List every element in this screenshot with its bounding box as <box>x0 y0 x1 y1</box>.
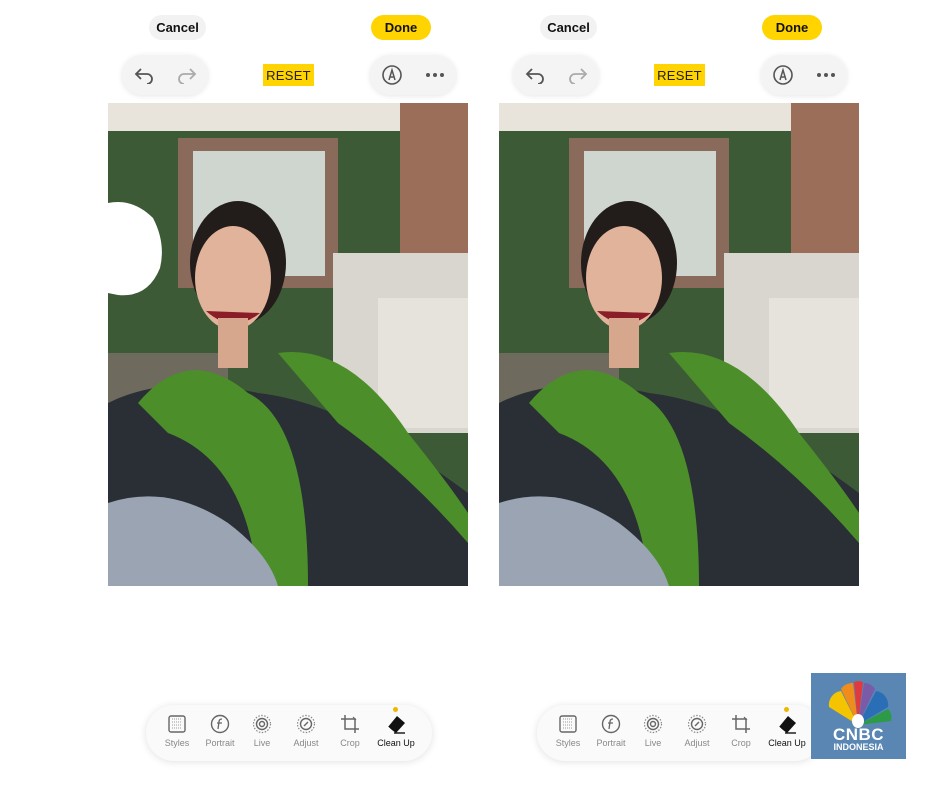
photo-preview[interactable] <box>108 103 468 586</box>
portrait-f-icon <box>600 713 622 735</box>
more-icon[interactable] <box>421 61 449 89</box>
adjust-dial-icon <box>295 713 317 735</box>
undo-icon[interactable] <box>521 61 549 89</box>
tool-styles[interactable]: Styles <box>546 713 590 748</box>
live-icon <box>251 713 273 735</box>
tool-label: Styles <box>555 738 581 748</box>
active-indicator <box>784 707 789 712</box>
tool-label: Portrait <box>205 738 235 748</box>
tool-portrait[interactable]: Portrait <box>589 713 633 748</box>
tool-label: Clean Up <box>377 738 415 748</box>
undo-redo-group <box>513 55 599 95</box>
markup-pen-icon[interactable] <box>378 61 406 89</box>
tool-label: Live <box>644 738 662 748</box>
tool-styles[interactable]: Styles <box>155 713 199 748</box>
logo-line2: INDONESIA <box>833 742 884 752</box>
editor-panel-after: Cancel Done RESET Styles Portrait Live A… <box>499 0 859 788</box>
edit-tools-bar: Styles Portrait Live Adjust Crop Clean U… <box>146 705 432 761</box>
reset-button[interactable]: RESET <box>654 64 705 86</box>
tool-portrait[interactable]: Portrait <box>198 713 242 748</box>
undo-redo-group <box>122 55 208 95</box>
edit-tools-bar: Styles Portrait Live Adjust Crop Clean U… <box>537 705 823 761</box>
portrait-photo <box>108 103 468 586</box>
crop-icon <box>339 713 361 735</box>
tool-live[interactable]: Live <box>631 713 675 748</box>
markup-more-group <box>370 55 456 95</box>
tool-crop[interactable]: Crop <box>328 713 372 748</box>
adjust-dial-icon <box>686 713 708 735</box>
eraser-icon <box>385 713 407 735</box>
live-icon <box>642 713 664 735</box>
cnbc-indonesia-logo: CNBC INDONESIA <box>811 673 906 759</box>
undo-icon[interactable] <box>130 61 158 89</box>
tool-adjust[interactable]: Adjust <box>675 713 719 748</box>
tool-label: Styles <box>164 738 190 748</box>
portrait-photo <box>499 103 859 586</box>
markup-pen-icon[interactable] <box>769 61 797 89</box>
styles-icon <box>557 713 579 735</box>
editor-panel-before: Cancel Done RESET Styles Portrait Live A… <box>108 0 468 788</box>
redo-icon[interactable] <box>564 61 592 89</box>
done-button[interactable]: Done <box>762 15 822 40</box>
done-button[interactable]: Done <box>371 15 431 40</box>
more-icon[interactable] <box>812 61 840 89</box>
markup-more-group <box>761 55 847 95</box>
active-indicator <box>393 707 398 712</box>
photo-preview[interactable] <box>499 103 859 586</box>
tool-label: Crop <box>340 738 360 748</box>
tool-label: Live <box>253 738 271 748</box>
cancel-button[interactable]: Cancel <box>149 15 206 40</box>
tool-label: Crop <box>731 738 751 748</box>
tool-label: Clean Up <box>768 738 806 748</box>
tool-label: Adjust <box>684 738 710 748</box>
styles-icon <box>166 713 188 735</box>
eraser-icon <box>776 713 798 735</box>
peacock-icon <box>828 681 892 728</box>
tool-live[interactable]: Live <box>240 713 284 748</box>
tool-label: Portrait <box>596 738 626 748</box>
cancel-button[interactable]: Cancel <box>540 15 597 40</box>
tool-clean-up[interactable]: Clean Up <box>374 707 418 748</box>
tool-label: Adjust <box>293 738 319 748</box>
tool-clean-up[interactable]: Clean Up <box>765 707 809 748</box>
reset-button[interactable]: RESET <box>263 64 314 86</box>
crop-icon <box>730 713 752 735</box>
portrait-f-icon <box>209 713 231 735</box>
redo-icon[interactable] <box>173 61 201 89</box>
tool-adjust[interactable]: Adjust <box>284 713 328 748</box>
tool-crop[interactable]: Crop <box>719 713 763 748</box>
